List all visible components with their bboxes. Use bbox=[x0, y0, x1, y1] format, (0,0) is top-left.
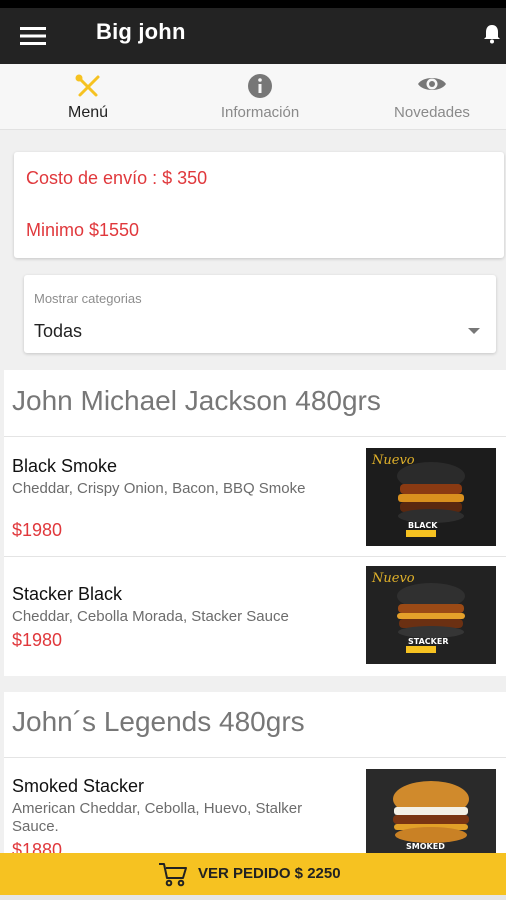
item-description: American Cheddar, Cebolla, Huevo, Stalke… bbox=[12, 800, 303, 835]
view-order-button[interactable]: VER PEDIDO $ 2250 bbox=[0, 853, 506, 895]
svg-text:Nuevo: Nuevo bbox=[371, 571, 415, 586]
app-bar: Big john bbox=[0, 8, 506, 64]
bottom-strip bbox=[0, 895, 506, 900]
hamburger-menu-icon[interactable] bbox=[20, 22, 66, 50]
section-title: John´s Legends 480grs bbox=[12, 706, 305, 737]
shopping-cart-icon bbox=[158, 862, 188, 888]
info-icon bbox=[176, 73, 344, 99]
divider bbox=[4, 436, 506, 437]
category-select[interactable]: Mostrar categorias Todas bbox=[24, 275, 496, 353]
item-name[interactable]: Stacker Black bbox=[12, 584, 122, 605]
delivery-info-card: Costo de envío : $ 350 Minimo $1550 bbox=[14, 152, 504, 258]
black-smoke-burger-image[interactable]: Nuevo BLACK bbox=[366, 448, 496, 546]
status-bar bbox=[0, 0, 506, 8]
tab-informacion[interactable]: Información bbox=[176, 64, 344, 130]
eye-icon bbox=[348, 73, 506, 99]
item-description: Cheddar, Crispy Onion, Bacon, BBQ Smoke bbox=[12, 480, 306, 497]
menu-section: John Michael Jackson 480grs Black Smoke … bbox=[4, 370, 506, 676]
svg-text:SMOKED: SMOKED bbox=[406, 842, 445, 851]
view-order-label: VER PEDIDO $ 2250 bbox=[198, 865, 341, 882]
tab-novedades-label: Novedades bbox=[394, 104, 470, 121]
tab-menu[interactable]: Menú bbox=[4, 64, 172, 130]
svg-text:STACKER: STACKER bbox=[408, 637, 448, 646]
section-title: John Michael Jackson 480grs bbox=[12, 385, 381, 416]
divider bbox=[4, 556, 506, 557]
app-title: Big john bbox=[96, 19, 186, 44]
item-name[interactable]: Smoked Stacker bbox=[12, 776, 144, 797]
item-description: Cheddar, Cebolla Morada, Stacker Sauce bbox=[12, 608, 289, 625]
item-price: $1980 bbox=[12, 630, 63, 650]
notification-bell-icon[interactable] bbox=[482, 23, 504, 47]
minimum-order-text: Minimo $1550 bbox=[26, 220, 140, 240]
fork-knife-icon bbox=[4, 73, 172, 99]
divider bbox=[4, 757, 506, 758]
category-select-label: Mostrar categorias bbox=[34, 291, 142, 306]
menu-section: John´s Legends 480grs Smoked Stacker Ame… bbox=[4, 692, 506, 860]
tab-menu-label: Menú bbox=[67, 104, 109, 121]
item-price: $1980 bbox=[12, 520, 63, 540]
dropdown-arrow-icon[interactable] bbox=[468, 328, 480, 334]
tab-bar: Menú Información Novedades bbox=[0, 64, 506, 130]
category-select-value: Todas bbox=[34, 321, 83, 341]
svg-text:BLACK: BLACK bbox=[408, 521, 438, 530]
stacker-black-burger-image[interactable]: Nuevo STACKER bbox=[366, 566, 496, 664]
delivery-cost-text: Costo de envío : $ 350 bbox=[26, 168, 208, 188]
tab-novedades[interactable]: Novedades bbox=[348, 64, 506, 130]
smoked-stacker-burger-image[interactable]: SMOKED bbox=[366, 769, 496, 853]
item-name[interactable]: Black Smoke bbox=[12, 456, 117, 477]
tab-informacion-label: Información bbox=[220, 104, 300, 121]
